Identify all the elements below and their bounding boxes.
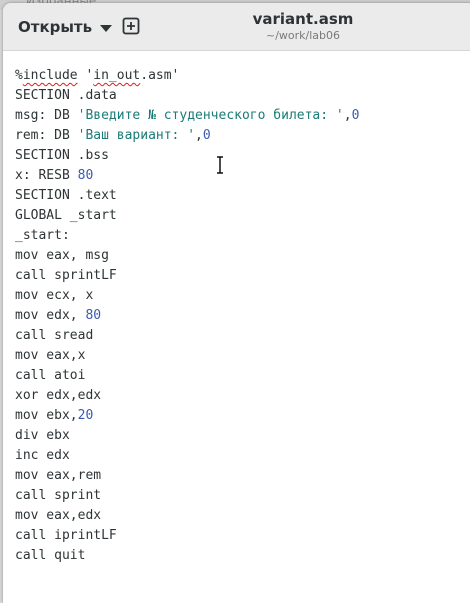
new-tab-button[interactable]	[122, 17, 140, 35]
window-title: variant.asm	[252, 10, 354, 28]
code-line: call atoi	[15, 368, 86, 383]
code-line: SECTION .text	[15, 188, 117, 203]
code-line: mov edx, 80	[15, 308, 102, 323]
number-literal: 0	[202, 128, 211, 143]
string-literal: 'Ваш вариант: '	[77, 128, 196, 143]
code-line: x: RESB 80	[15, 168, 94, 183]
code-line: call sprint	[15, 488, 102, 503]
code-line: call sread	[15, 328, 94, 343]
code-line: msg: DB 'Введите № студенческого билета:…	[15, 108, 360, 123]
code-line: call iprintLF	[15, 528, 117, 543]
code-line: rem: DB 'Ваш вариант: ',0	[15, 128, 211, 143]
text-cursor-icon	[217, 156, 223, 174]
new-tab-icon	[122, 17, 140, 35]
code-line: SECTION .bss	[15, 148, 109, 163]
open-button[interactable]: Открыть	[12, 13, 118, 41]
code-line: call quit	[15, 548, 86, 563]
code-line: xor edx,edx	[15, 388, 102, 403]
spell-error-text: include	[22, 68, 78, 83]
code-line: mov eax, msg	[15, 248, 109, 263]
number-literal: 80	[77, 168, 94, 183]
code-line: SECTION .data	[15, 88, 117, 103]
file-path: ~/work/lab06	[265, 29, 341, 42]
spell-error-text: in_out	[93, 68, 141, 83]
number-literal: 0	[351, 108, 360, 123]
number-literal: 20	[77, 408, 94, 423]
code-line: inc edx	[15, 448, 70, 463]
code-editor[interactable]: %include 'in_out.asm' SECTION .data msg:…	[3, 51, 470, 603]
code-line: _start:	[15, 228, 70, 243]
code-line: %include 'in_out.asm'	[15, 68, 180, 83]
number-literal: 80	[85, 308, 102, 323]
text-editor-window: Открыть variant.asm ~/work/lab06 %includ…	[3, 3, 470, 603]
open-button-label: Открыть	[18, 18, 93, 36]
string-literal: 'Введите № студенческого билета: '	[77, 108, 344, 123]
code-line: mov eax,edx	[15, 508, 102, 523]
code-line: mov eax,rem	[15, 468, 102, 483]
code-line: div ebx	[15, 428, 70, 443]
code-line: call sprintLF	[15, 268, 117, 283]
window-title-block: variant.asm ~/work/lab06	[183, 9, 423, 43]
code-line: mov ecx, x	[15, 288, 94, 303]
code-line: mov eax,x	[15, 348, 86, 363]
code-line: GLOBAL _start	[15, 208, 117, 223]
header-bar: Открыть variant.asm ~/work/lab06	[3, 3, 470, 51]
chevron-down-icon	[100, 24, 113, 32]
code-line: mov ebx,20	[15, 408, 94, 423]
code-text: %include 'in_out.asm' SECTION .data msg:…	[15, 66, 359, 566]
